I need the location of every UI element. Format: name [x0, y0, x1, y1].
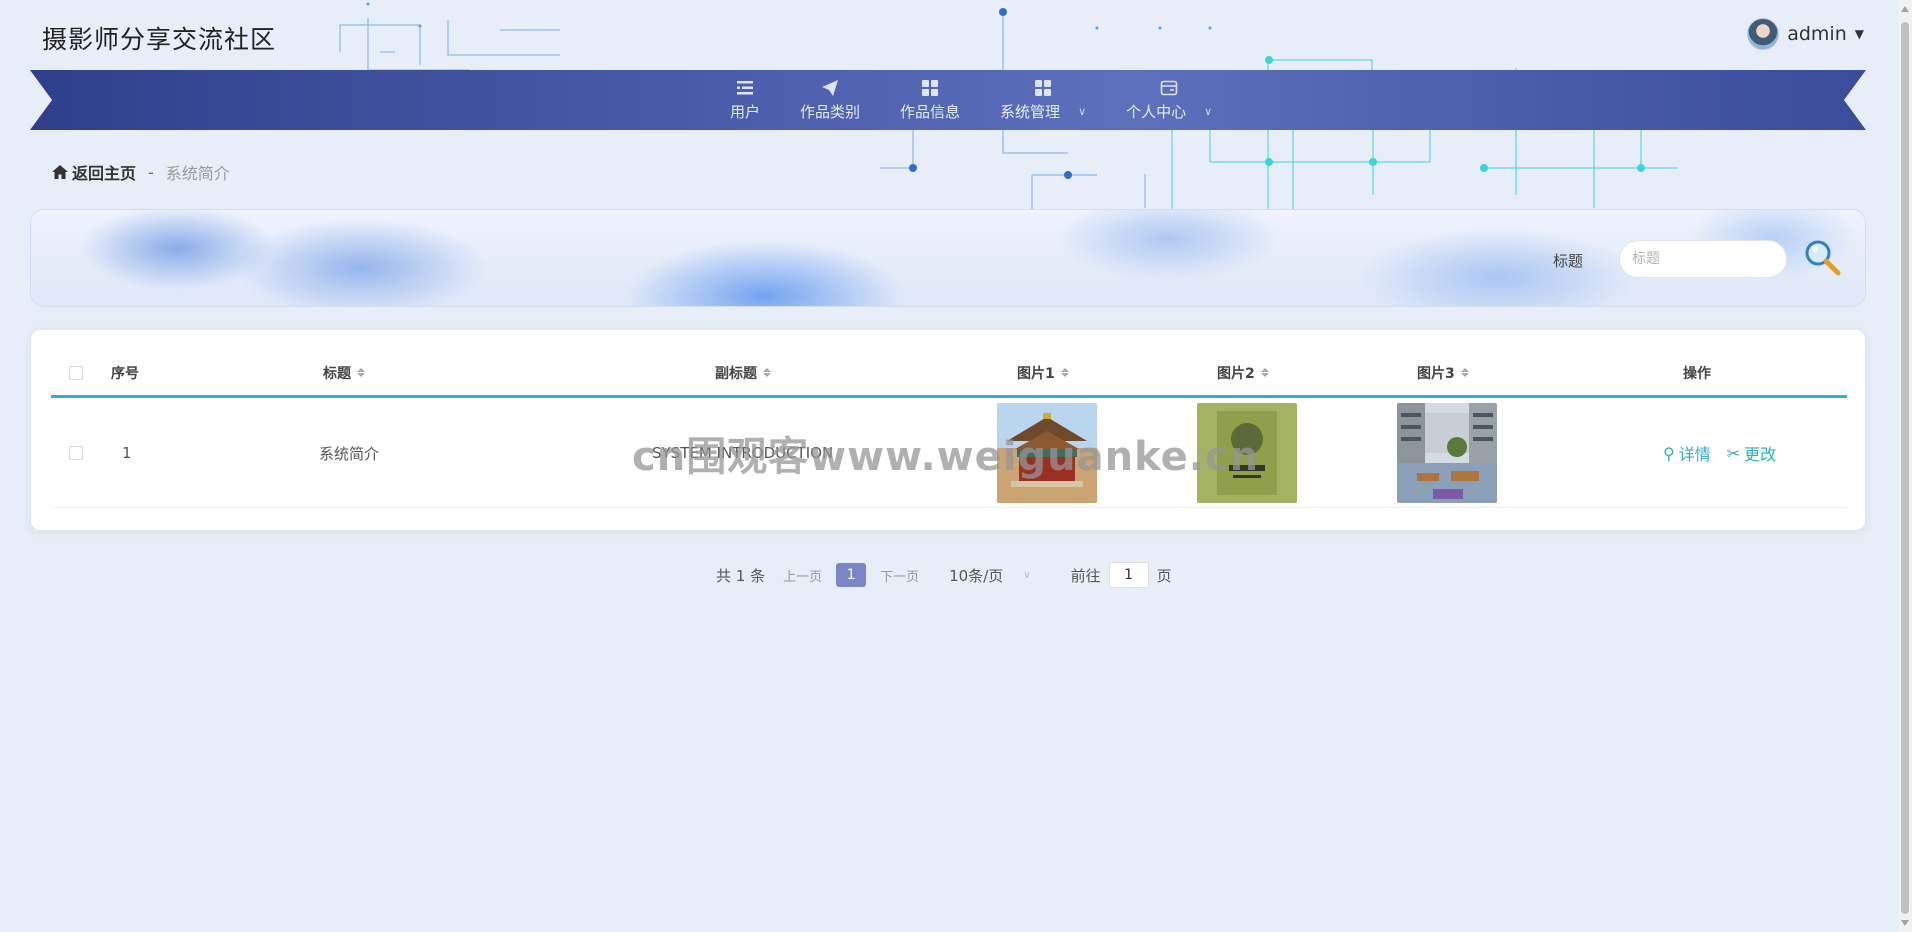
- nav-item-label: 作品信息: [900, 102, 961, 121]
- search-icon[interactable]: [1803, 238, 1843, 278]
- cell-index: 1: [122, 444, 132, 462]
- user-menu[interactable]: admin ▼: [1747, 18, 1864, 50]
- chevron-down-icon: ∨: [1023, 569, 1031, 581]
- scroll-down-arrow-icon[interactable]: [1901, 920, 1909, 926]
- watermark: cn围观客www.weiguanke.cn: [632, 434, 1260, 480]
- column-header-pic3[interactable]: 图片3: [1417, 363, 1469, 383]
- sort-icon[interactable]: [763, 368, 771, 377]
- chevron-down-icon: ∨: [1078, 104, 1087, 118]
- page-number-active[interactable]: 1: [836, 563, 867, 587]
- vertical-scrollbar[interactable]: [1898, 0, 1912, 932]
- chevron-down-icon: ∨: [1204, 104, 1213, 118]
- column-header-title[interactable]: 标题: [323, 363, 365, 383]
- nav-item-label: 作品类别: [800, 102, 861, 121]
- cell-actions: ⚲ 详情 ✂ 更改: [1663, 398, 1776, 508]
- building-courtyard-photo[interactable]: [1397, 403, 1497, 503]
- search-input[interactable]: [1619, 240, 1787, 278]
- nav-item-system-management[interactable]: 系统管理 ∨: [980, 70, 1106, 130]
- breadcrumb-separator: -: [148, 162, 154, 182]
- prev-page-button[interactable]: 上一页: [783, 566, 822, 585]
- detail-icon: ⚲: [1663, 443, 1675, 463]
- main-nav: 用户 作品类别 作品信息 系统管理 ∨ 个人中心 ∨: [30, 70, 1866, 130]
- user-name[interactable]: admin: [1787, 23, 1847, 45]
- nav-item-users[interactable]: 用户: [710, 70, 780, 130]
- nav-item-personal-center[interactable]: 个人中心 ∨: [1106, 70, 1232, 130]
- column-header-pic1[interactable]: 图片1: [1017, 363, 1069, 383]
- list-icon: [737, 80, 753, 94]
- home-icon: [52, 165, 68, 179]
- table-header: 序号 标题 副标题 图片1 图片2 图片3 操作: [51, 350, 1847, 398]
- grid-icon: [922, 79, 939, 96]
- scrollbar-thumb[interactable]: [1901, 22, 1909, 914]
- wallet-icon: [1160, 80, 1178, 95]
- edit-icon: ✂: [1726, 443, 1741, 463]
- row-checkbox[interactable]: [69, 398, 83, 508]
- nav-item-works-info[interactable]: 作品信息: [880, 70, 980, 130]
- nav-item-label: 个人中心: [1126, 102, 1187, 121]
- cell-pic3: [1397, 398, 1497, 508]
- sort-icon[interactable]: [1260, 368, 1269, 377]
- sort-icon[interactable]: [1060, 368, 1069, 377]
- sort-icon[interactable]: [1460, 368, 1469, 377]
- sort-icon[interactable]: [357, 368, 365, 377]
- column-header-subtitle[interactable]: 副标题: [715, 363, 771, 383]
- scroll-up-arrow-icon[interactable]: [1901, 6, 1909, 12]
- breadcrumb: 返回主页 - 系统简介: [52, 160, 230, 184]
- goto-page-input[interactable]: [1108, 562, 1149, 588]
- nav-item-label: 系统管理: [1000, 102, 1061, 121]
- pagination: 共 1 条 上一页 1 下一页 10条/页 ∨ 前往 页: [716, 561, 1172, 589]
- send-icon: [822, 79, 839, 96]
- edit-button[interactable]: ✂ 更改: [1727, 441, 1776, 465]
- breadcrumb-current: 系统简介: [165, 164, 230, 183]
- page-size-select[interactable]: 10条/页 ∨: [949, 565, 1030, 586]
- column-header-actions: 操作: [1683, 365, 1711, 382]
- home-link-label[interactable]: 返回主页: [72, 160, 136, 184]
- site-title: 摄影师分享交流社区: [42, 25, 277, 54]
- caret-down-icon[interactable]: ▼: [1855, 27, 1864, 41]
- search-label: 标题: [1552, 252, 1583, 270]
- nav-item-label: 用户: [730, 102, 761, 121]
- nav-item-work-categories[interactable]: 作品类别: [780, 70, 880, 130]
- pagination-total: 共 1 条: [716, 566, 766, 585]
- cell-title: 系统简介: [319, 444, 380, 463]
- column-header-pic2[interactable]: 图片2: [1217, 363, 1269, 383]
- goto-label: 前往: [1070, 566, 1101, 585]
- next-page-button[interactable]: 下一页: [880, 566, 919, 585]
- select-all-checkbox[interactable]: [69, 365, 83, 380]
- home-link[interactable]: 返回主页: [52, 160, 136, 184]
- grid-icon: [1035, 79, 1052, 96]
- search-panel: 标题: [30, 209, 1866, 307]
- page-unit-label: 页: [1156, 566, 1172, 585]
- avatar[interactable]: [1747, 18, 1780, 50]
- detail-button[interactable]: ⚲ 详情: [1663, 441, 1711, 465]
- column-header-index: 序号: [111, 365, 139, 382]
